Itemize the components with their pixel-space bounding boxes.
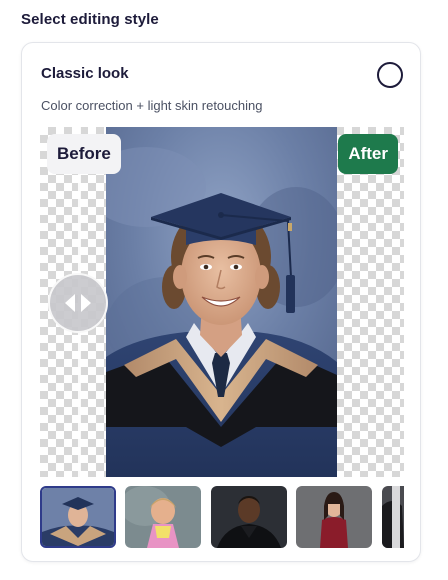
- thumbnail-partial[interactable]: [382, 486, 404, 548]
- section-title: Select editing style: [21, 11, 159, 28]
- before-badge: Before: [47, 134, 121, 174]
- thumbnail-girl[interactable]: [125, 486, 201, 548]
- after-badge: After: [338, 134, 398, 174]
- thumbnail-graduate[interactable]: [40, 486, 116, 548]
- before-after-viewer[interactable]: Before After: [40, 127, 404, 477]
- thumbnail-woman-red[interactable]: [296, 486, 372, 548]
- thumbnail-strip: [40, 486, 404, 548]
- editing-style-panel: Select editing style Classic look Color …: [0, 0, 448, 580]
- comparison-slider-handle[interactable]: [48, 273, 108, 333]
- option-radio-button[interactable]: [377, 62, 403, 88]
- arrows-left-right-icon: [65, 294, 91, 312]
- option-description: Color correction + light skin retouching: [41, 98, 263, 113]
- portrait-photo: [106, 127, 337, 477]
- thumbnail-man-jacket[interactable]: [211, 486, 287, 548]
- option-title: Classic look: [41, 65, 129, 82]
- style-option-card[interactable]: Classic look Color correction + light sk…: [21, 42, 421, 562]
